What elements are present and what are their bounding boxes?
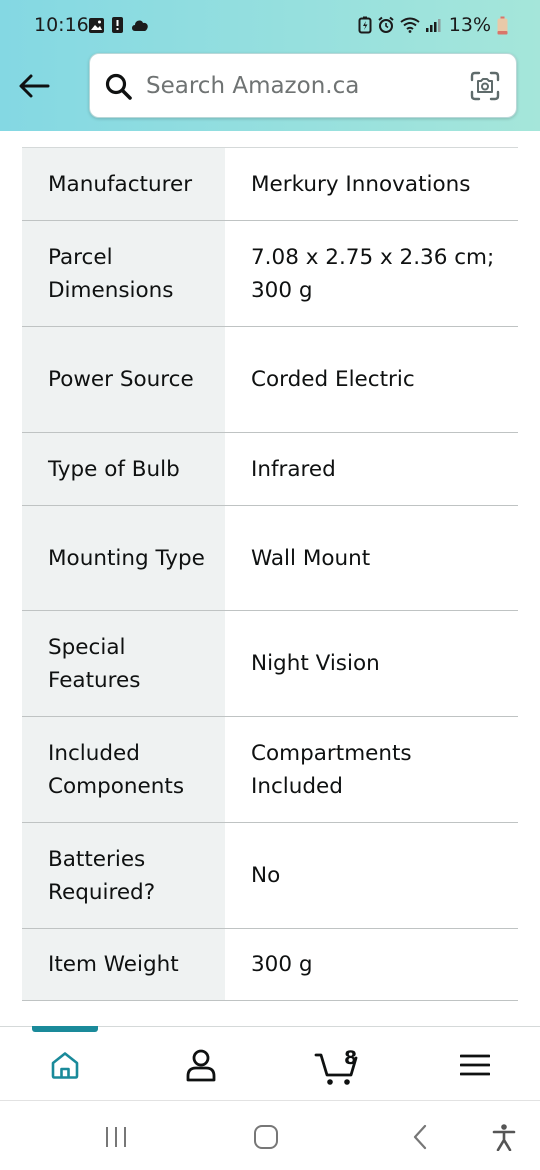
product-details-table: Manufacturer Merkury Innovations Parcel … [22, 147, 518, 1001]
nav-menu[interactable] [440, 1041, 510, 1089]
signal-icon [425, 19, 441, 32]
detail-value: Merkury Innovations [251, 171, 471, 197]
wifi-icon [400, 17, 420, 33]
home-icon [51, 1052, 79, 1079]
back-button[interactable] [14, 68, 54, 104]
accessibility-icon [492, 1124, 516, 1151]
detail-value: Corded Electric [251, 367, 415, 392]
alert-icon [112, 17, 123, 33]
active-tab-indicator [32, 1026, 98, 1032]
detail-value: Wall Mount [251, 545, 371, 571]
table-row: Power Source Corded Electric [22, 327, 518, 433]
status-right: 13% [358, 14, 508, 36]
table-row: Item Weight 300 g [22, 929, 518, 1001]
battery-icon [497, 16, 508, 34]
nav-home[interactable] [30, 1041, 100, 1089]
table-row: Batteries Required? No [22, 823, 518, 929]
detail-label: Type of Bulb [22, 433, 225, 505]
detail-value: 300 g [251, 952, 313, 977]
detail-label: Parcel Dimensions [22, 221, 225, 326]
detail-label: Manufacturer [22, 148, 225, 220]
camera-scan-icon [470, 71, 500, 101]
person-icon [186, 1049, 216, 1082]
detail-value: No [251, 863, 281, 888]
battery-percent: 13% [448, 14, 491, 36]
camera-scan-button[interactable] [470, 71, 500, 101]
cart-count-badge: 8 [344, 1047, 358, 1069]
table-row: Special Features Night Vision [22, 611, 518, 717]
search-input[interactable] [146, 64, 446, 108]
system-back-button[interactable] [400, 1121, 440, 1153]
system-nav-bar [0, 1100, 540, 1170]
detail-label: Included Components [22, 717, 225, 822]
table-row: Mounting Type Wall Mount [22, 506, 518, 611]
status-bar: 10:16 13% [0, 0, 540, 52]
bottom-nav: 8 [0, 1026, 540, 1100]
detail-value: Compartments Included [251, 740, 412, 799]
table-row: Included Components Compartments Include… [22, 717, 518, 823]
nav-cart[interactable]: 8 [302, 1041, 372, 1089]
home-system-button[interactable] [246, 1121, 286, 1153]
alarm-icon [378, 16, 394, 33]
nav-account[interactable] [166, 1041, 236, 1089]
arrow-left-icon [19, 74, 50, 98]
table-row: Parcel Dimensions 7.08 x 2.75 x 2.36 cm;… [22, 221, 518, 327]
cloud-icon [132, 20, 148, 31]
search-icon [104, 72, 134, 102]
accessibility-button[interactable] [484, 1121, 524, 1153]
chevron-left-icon [413, 1124, 427, 1150]
recent-apps-icon [106, 1127, 126, 1147]
detail-value: Infrared [251, 456, 336, 482]
home-circle-icon [254, 1125, 278, 1149]
detail-label: Batteries Required? [22, 823, 225, 928]
detail-value: 7.08 x 2.75 x 2.36 cm; 300 g [251, 244, 495, 303]
status-time: 10:16 [34, 14, 89, 36]
status-notification-icons [88, 16, 150, 34]
search-bar[interactable] [89, 53, 517, 118]
detail-label: Item Weight [22, 929, 225, 1000]
detail-label: Special Features [22, 611, 225, 716]
detail-label: Mounting Type [22, 506, 225, 610]
table-row: Manufacturer Merkury Innovations [22, 148, 518, 221]
detail-label: Power Source [22, 327, 225, 432]
detail-value: Night Vision [251, 651, 380, 676]
hamburger-icon [460, 1054, 490, 1076]
gallery-icon [89, 17, 104, 33]
table-row: Type of Bulb Infrared [22, 433, 518, 506]
app-header: 10:16 13% Search Amazon.ca [0, 0, 540, 131]
battery-saver-icon [358, 16, 372, 34]
recent-apps-button[interactable] [96, 1121, 136, 1153]
